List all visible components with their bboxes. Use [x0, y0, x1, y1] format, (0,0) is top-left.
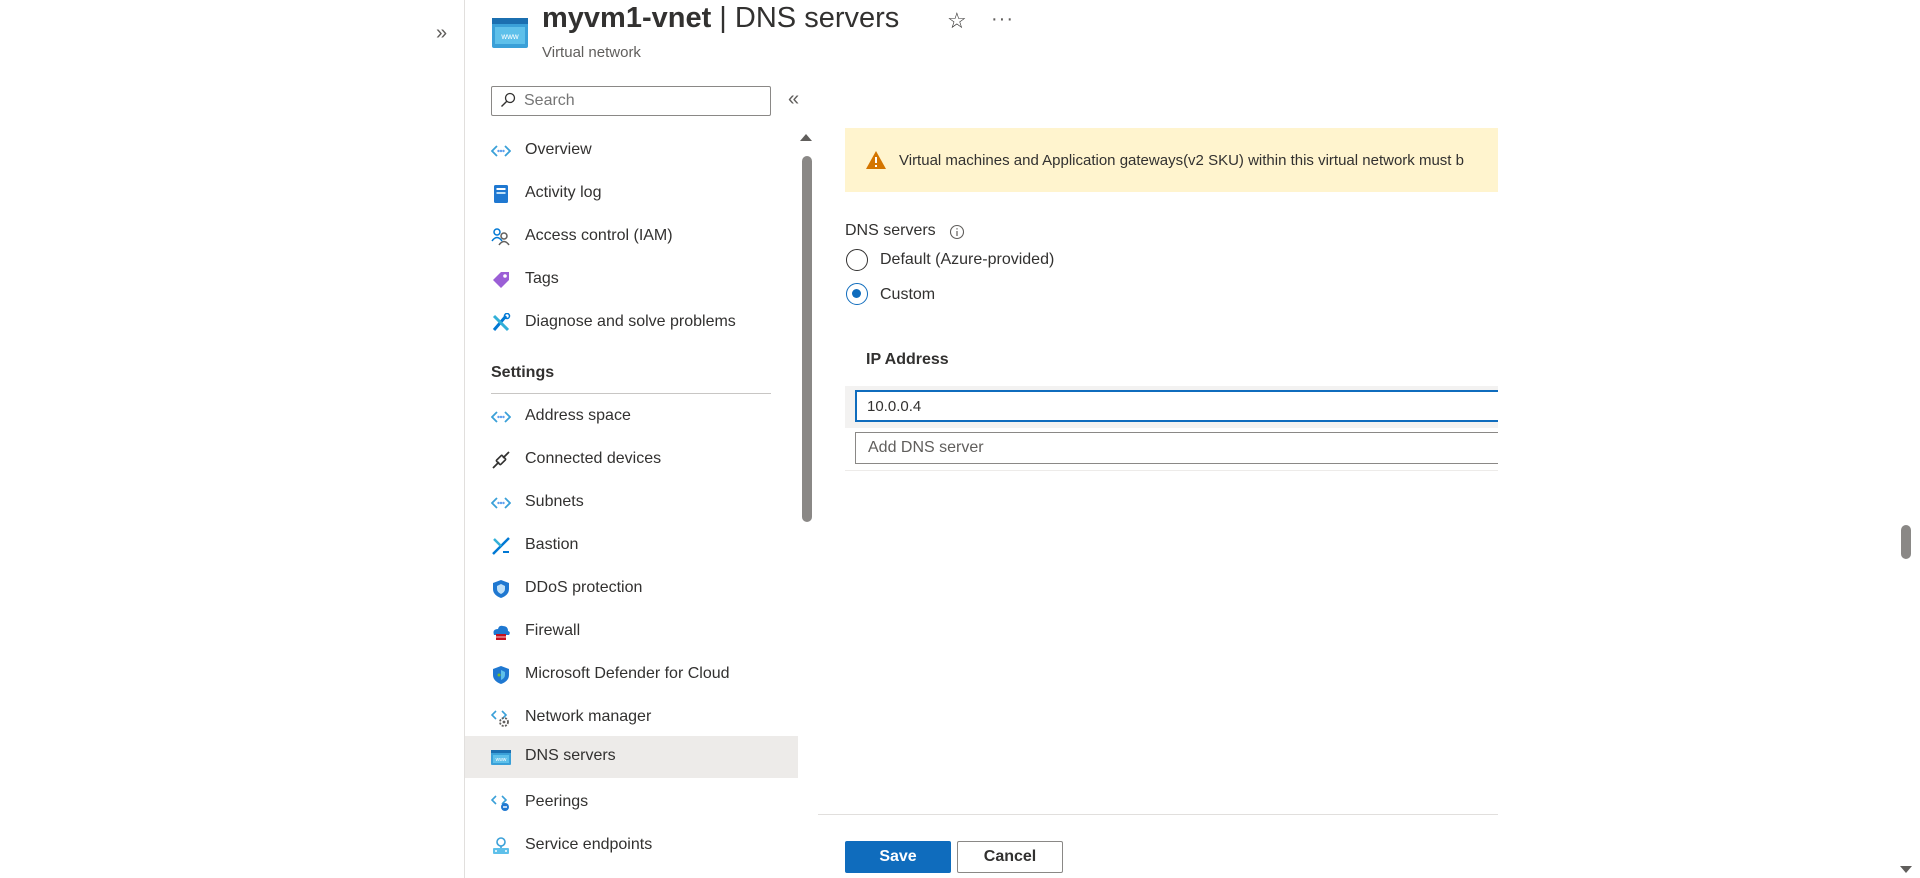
collapse-menu-button[interactable]: «: [788, 88, 799, 111]
resource-menu: Overview Activity log Access control (IA…: [465, 130, 798, 878]
overview-icon: [491, 145, 511, 157]
sidebar-item-label: Firewall: [525, 622, 581, 639]
sidebar-item-firewall[interactable]: Firewall: [465, 611, 798, 653]
blade-title: DNS servers: [734, 2, 900, 34]
expand-menu-button[interactable]: »: [436, 22, 447, 45]
page-scrollbar-thumb[interactable]: [1901, 525, 1911, 559]
resource-type-subtitle: Virtual network: [542, 44, 641, 61]
sidebar-item-address-space[interactable]: Address space: [465, 396, 798, 438]
cancel-button[interactable]: Cancel: [957, 841, 1063, 873]
sidebar-item-activity-log[interactable]: Activity log: [465, 173, 798, 215]
sidebar-item-peerings[interactable]: Peerings: [465, 782, 798, 824]
favorite-star-icon[interactable]: ☆: [947, 8, 967, 34]
rows-divider: [845, 470, 1498, 471]
connected-devices-icon: [492, 451, 510, 469]
save-button[interactable]: Save: [845, 841, 951, 873]
more-options-icon[interactable]: ···: [991, 8, 1014, 31]
search-icon: [501, 92, 516, 107]
sidebar-item-label: Network manager: [525, 708, 652, 725]
page-scroll-down-arrow-icon[interactable]: [1900, 866, 1912, 873]
radio-default-azure-provided[interactable]: [846, 249, 868, 271]
subnets-icon: [491, 497, 511, 509]
sidebar-item-overview[interactable]: Overview: [465, 130, 798, 172]
sidebar-item-ddos-protection[interactable]: DDoS protection: [465, 568, 798, 610]
sidebar-item-label: Tags: [525, 270, 559, 287]
resource-name: myvm1-vnet: [542, 2, 712, 34]
sidebar-item-defender[interactable]: Microsoft Defender for Cloud: [465, 654, 798, 696]
sidebar-item-label: Peerings: [525, 793, 589, 810]
sidebar-item-label: DDoS protection: [525, 579, 643, 596]
sidebar-item-label: Connected devices: [525, 450, 662, 467]
service-endpoints-icon: [493, 837, 509, 854]
ddos-shield-icon: [493, 580, 509, 598]
sidebar-item-subnets[interactable]: Subnets: [465, 482, 798, 524]
sidebar-item-bastion[interactable]: Bastion: [465, 525, 798, 567]
address-space-icon: [491, 411, 511, 423]
left-gutter: [0, 0, 465, 878]
nav-scrollbar-thumb[interactable]: [802, 156, 812, 522]
search-input[interactable]: [524, 87, 764, 115]
virtual-network-icon: www: [492, 18, 528, 48]
ip-address-column-header: IP Address: [866, 351, 949, 368]
sidebar-item-label: Access control (IAM): [525, 227, 673, 244]
sidebar-item-label: Activity log: [525, 184, 602, 201]
sidebar-item-network-manager[interactable]: Network manager: [465, 697, 798, 739]
svg-text:www: www: [500, 32, 519, 41]
sidebar-item-service-endpoints[interactable]: Service endpoints: [465, 825, 798, 867]
sidebar-item-label: Address space: [525, 407, 631, 424]
nav-scroll-up-arrow-icon[interactable]: [800, 134, 812, 141]
firewall-icon: [493, 625, 510, 640]
bastion-icon: [492, 537, 510, 555]
sidebar-item-label: Microsoft Defender for Cloud: [525, 665, 730, 682]
dns-servers-icon: www: [491, 750, 511, 765]
sidebar-item-tags[interactable]: Tags: [465, 259, 798, 301]
sidebar-item-label: Service endpoints: [525, 836, 653, 853]
sidebar-item-dns-servers[interactable]: www DNS servers: [465, 736, 798, 778]
sidebar-item-connected-devices[interactable]: Connected devices: [465, 439, 798, 481]
tag-icon: [493, 272, 509, 288]
sidebar-item-label: Bastion: [525, 536, 579, 553]
access-control-icon: [491, 228, 510, 246]
warning-icon: [866, 151, 886, 169]
diagnose-icon: [492, 313, 511, 332]
settings-section-header: Settings: [491, 364, 555, 381]
peerings-icon: [491, 795, 509, 811]
footer-divider: [818, 814, 1498, 815]
dns-server-ip-input[interactable]: [855, 390, 1498, 422]
sidebar-item-label: Overview: [525, 141, 592, 158]
sidebar-item-diagnose[interactable]: Diagnose and solve problems: [465, 302, 798, 344]
warning-text: Virtual machines and Application gateway…: [899, 152, 1464, 169]
radio-custom-label[interactable]: Custom: [880, 286, 935, 304]
activity-log-icon: [494, 185, 508, 203]
warning-banner: Virtual machines and Application gateway…: [845, 128, 1498, 192]
defender-shield-icon: [493, 666, 509, 684]
sidebar-item-label: Subnets: [525, 493, 584, 510]
search-box[interactable]: [491, 86, 771, 116]
sidebar-item-access-control[interactable]: Access control (IAM): [465, 216, 798, 258]
radio-default-label[interactable]: Default (Azure-provided): [880, 251, 1054, 269]
radio-custom[interactable]: [846, 283, 868, 305]
sidebar-item-label: Diagnose and solve problems: [525, 313, 736, 330]
info-icon[interactable]: [949, 224, 965, 240]
add-dns-server-input[interactable]: [855, 432, 1498, 464]
sidebar-item-label: DNS servers: [525, 747, 616, 764]
page-title: myvm1-vnet | DNS servers: [542, 2, 899, 35]
svg-text:www: www: [496, 757, 507, 763]
title-separator: |: [711, 2, 735, 34]
dns-servers-label: DNS servers: [845, 222, 936, 239]
network-manager-icon: [491, 710, 509, 727]
settings-divider: [491, 393, 771, 394]
